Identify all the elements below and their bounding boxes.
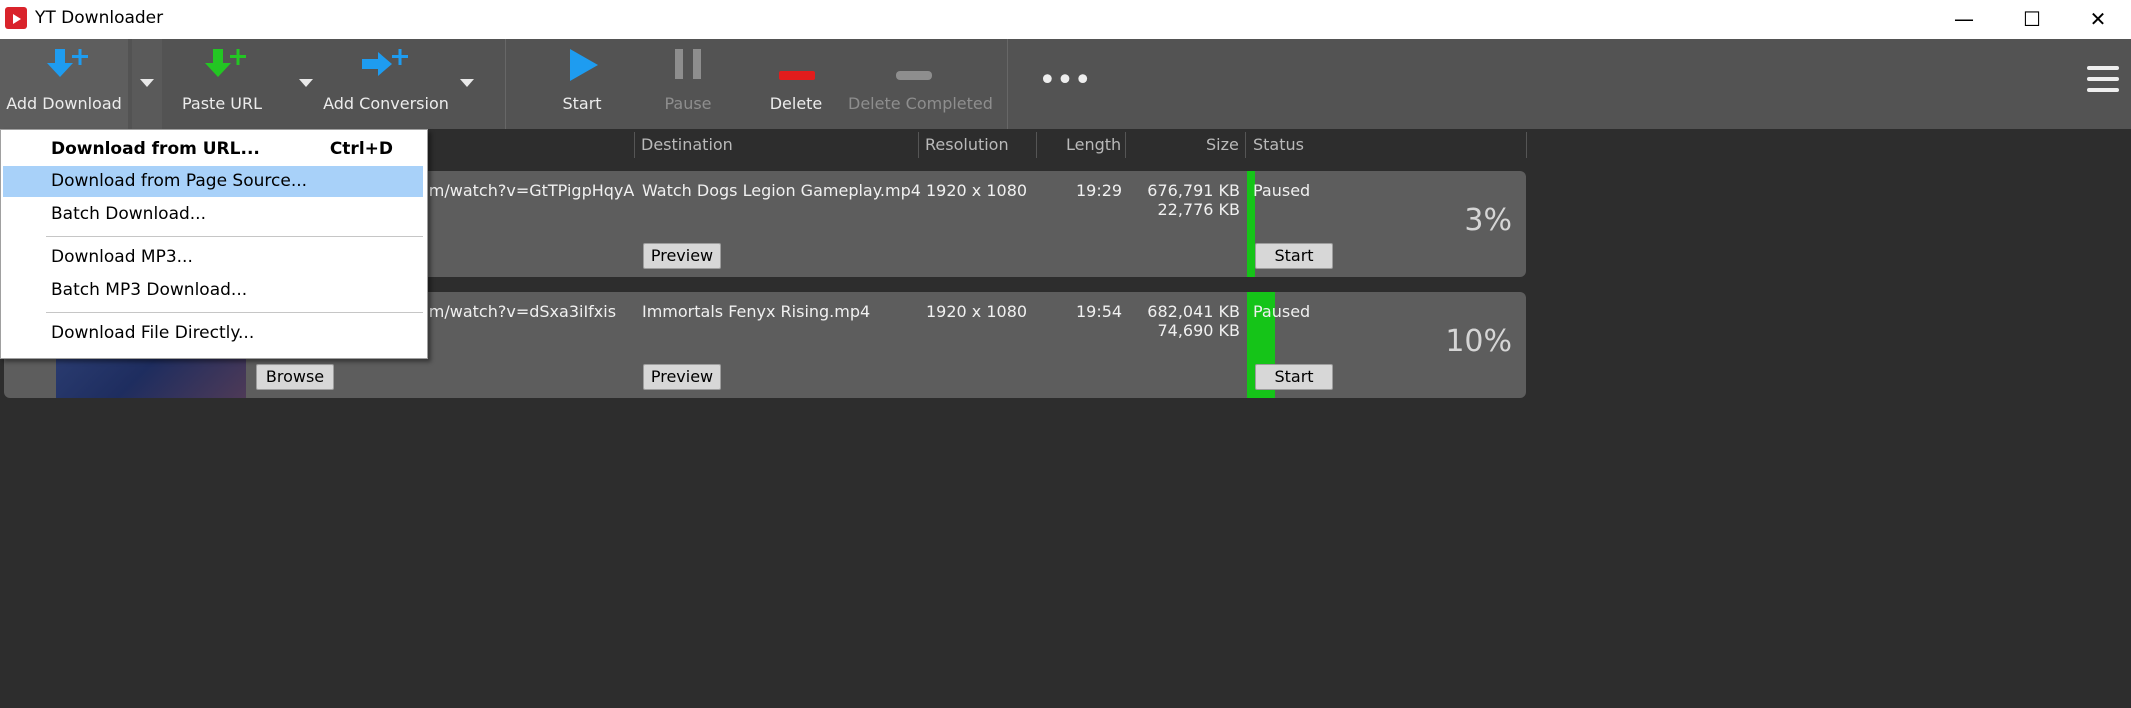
menu-item-label: Batch MP3 Download... [51,280,248,300]
length-cell: 19:54 [1076,302,1123,321]
start-row-button[interactable]: Start [1255,364,1333,390]
resolution-cell: 1920 x 1080 [926,302,1028,321]
progress-percent: 3% [1464,203,1512,238]
column-separator [918,132,919,158]
convert-add-icon [362,49,408,76]
more-dots-icon: ••• [1038,63,1092,98]
menu-item-label: Download File Directly... [51,323,255,343]
column-size[interactable]: Size [1206,135,1239,154]
size-done-cell: 74,690 KB [1157,321,1240,340]
menu-item-label: Batch Download... [51,204,206,224]
delete-label: Delete [769,94,823,113]
start-row-button[interactable]: Start [1255,243,1333,269]
toolbar-divider [505,39,506,129]
close-button[interactable]: ✕ [2065,0,2131,39]
destination-cell: Immortals Fenyx Rising.mp4 [642,302,871,321]
menu-item-download-from-page-source[interactable]: Download from Page Source... [3,166,423,197]
title-bar: YT Downloader — ☐ ✕ [0,0,2131,39]
delete-icon [779,71,815,80]
minimize-button[interactable]: — [1931,0,1997,39]
delete-completed-label: Delete Completed [848,94,993,113]
browse-button[interactable]: Browse [256,364,334,390]
resolution-cell: 1920 x 1080 [926,181,1028,200]
play-icon [570,49,598,81]
length-cell: 19:29 [1076,181,1123,200]
url-cell: om/watch?v=GtTPigpHqyA [419,181,635,200]
delete-completed-icon [896,71,932,80]
column-separator [1245,132,1246,158]
paste-url-button[interactable]: Paste URL [162,39,282,129]
column-separator [1526,132,1527,158]
menu-item-batch-download[interactable]: Batch Download... [3,199,423,230]
start-label: Start [562,94,602,113]
status-text: Paused [1253,181,1311,200]
preview-button[interactable]: Preview [643,243,721,269]
add-download-menu: Download from URL... Ctrl+D Download fro… [0,129,428,359]
menu-item-batch-mp3-download[interactable]: Batch MP3 Download... [3,275,423,306]
menu-separator [46,236,423,237]
maximize-button[interactable]: ☐ [1999,0,2065,39]
menu-item-download-from-url[interactable]: Download from URL... Ctrl+D [3,134,423,165]
menu-item-download-mp3[interactable]: Download MP3... [3,242,423,273]
size-total-cell: 682,041 KB [1147,302,1240,321]
menu-item-label: Download from Page Source... [51,171,308,191]
menu-item-shortcut: Ctrl+D [329,139,393,159]
toolbar: Add Download Paste URL Add Conversion St… [0,39,2131,129]
delete-button[interactable]: Delete [756,39,836,129]
paste-url-dropdown[interactable] [291,39,321,129]
download-add-icon [47,49,88,77]
menu-item-label: Download MP3... [51,247,193,267]
app-logo-icon [5,7,27,29]
column-status[interactable]: Status [1253,135,1304,154]
size-done-cell: 22,776 KB [1157,200,1240,219]
chevron-down-icon [460,79,474,87]
pause-label: Pause [664,94,712,113]
pause-icon [675,49,701,79]
add-conversion-button[interactable]: Add Conversion [322,39,450,129]
delete-completed-button[interactable]: Delete Completed [848,39,993,129]
add-conversion-dropdown[interactable] [452,39,482,129]
column-separator [1125,132,1126,158]
column-destination[interactable]: Destination [641,135,733,154]
status-text: Paused [1253,302,1311,321]
hamburger-menu-icon[interactable] [2087,66,2119,96]
column-separator [634,132,635,158]
preview-button[interactable]: Preview [643,364,721,390]
size-total-cell: 676,791 KB [1147,181,1240,200]
pause-button[interactable]: Pause [648,39,728,129]
paste-url-label: Paste URL [181,94,262,113]
column-resolution[interactable]: Resolution [925,135,1009,154]
window-title: YT Downloader [35,8,164,28]
column-separator [1036,132,1037,158]
url-cell: om/watch?v=dSxa3iIfxis [419,302,617,321]
start-button[interactable]: Start [542,39,622,129]
add-conversion-label: Add Conversion [323,94,449,113]
more-options-button[interactable]: ••• [1025,39,1105,129]
add-download-label: Add Download [6,94,122,113]
chevron-down-icon [140,79,154,87]
destination-cell: Watch Dogs Legion Gameplay.mp4 [642,181,921,200]
menu-item-label: Download from URL... [51,139,260,159]
add-download-dropdown[interactable] [132,39,162,129]
progress-percent: 10% [1445,324,1512,359]
paste-url-icon [205,49,246,77]
add-download-button[interactable]: Add Download [0,39,128,129]
column-length[interactable]: Length [1066,135,1121,154]
menu-item-download-file-directly[interactable]: Download File Directly... [3,318,423,349]
menu-separator [46,312,423,313]
chevron-down-icon [299,79,313,87]
toolbar-divider [1007,39,1008,129]
